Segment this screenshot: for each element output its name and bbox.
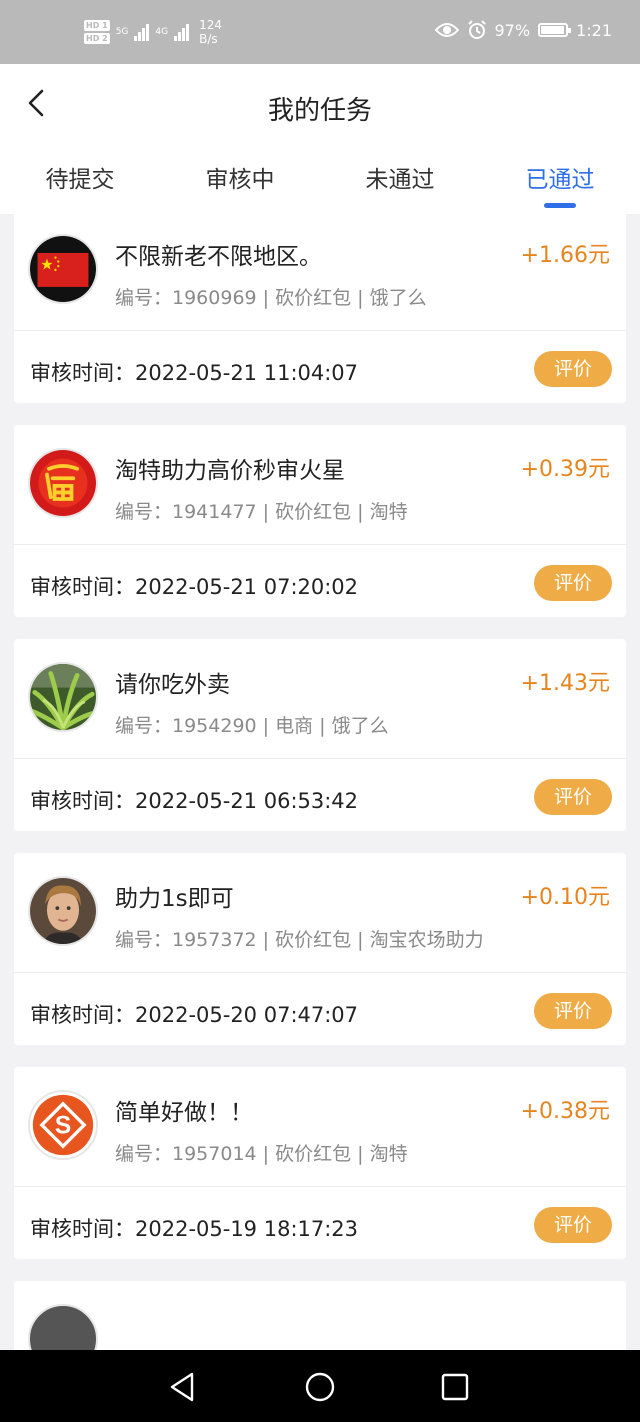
task-reward: +1.43元 [520,671,610,696]
review-time: 审核时间：2022-05-19 18:17:23 [30,1213,358,1243]
clock: 1:21 [576,20,612,40]
divider [14,330,626,331]
task-meta: 编号：1941477 | 砍价红包 | 淘特 [115,501,408,523]
tab-label: 已通过 [525,167,595,193]
battery-percent: 97% [494,20,531,40]
nav-back-icon[interactable] [166,1370,200,1404]
tab-bar: 待提交 审核中 未通过 已通过 [0,160,640,208]
task-list[interactable]: 不限新老不限地区。 +1.66元 编号：1960969 | 砍价红包 | 饿了么… [14,211,626,1350]
sim-indicator: HD 1 HD 2 [84,20,110,44]
task-title: 请你吃外卖 [115,672,230,698]
app-header: 我的任务 待提交 审核中 未通过 已通过 [0,64,640,214]
review-time-value: 2022-05-21 06:53:42 [135,789,359,813]
task-meta: 编号：1957372 | 砍价红包 | 淘宝农场助力 [115,929,484,951]
signal-icon [134,23,150,41]
fu-avatar-icon [28,448,98,518]
rate-button[interactable]: 评价 [534,993,612,1029]
divider [14,544,626,545]
sim2-label: HD 2 [84,33,110,44]
review-time-label: 审核时间： [30,361,135,385]
task-title: 简单好做！！ [115,1100,253,1126]
avatar-partial-icon [28,1304,98,1350]
svg-text:S: S [55,1112,71,1139]
tab-label: 待提交 [45,167,115,193]
tab-label: 审核中 [205,167,275,193]
task-reward: +0.39元 [520,457,610,482]
eye-icon [434,23,459,37]
plant-avatar-icon [28,662,98,732]
review-time-value: 2022-05-21 07:20:02 [135,575,359,599]
review-time: 审核时间：2022-05-21 11:04:07 [30,357,358,387]
status-bar: HD 1 HD 2 5G 4G 124 B/s 97% 1:21 [0,0,640,64]
tab-under-review[interactable]: 审核中 [160,160,320,200]
task-reward: +1.66元 [520,243,610,268]
net-speed-value: 124 [199,18,222,32]
task-card[interactable]: 助力1s即可 +0.10元 编号：1957372 | 砍价红包 | 淘宝农场助力… [14,853,626,1045]
tab-pending-submit[interactable]: 待提交 [0,160,160,200]
sim1-label: HD 1 [84,20,110,31]
tab-rejected[interactable]: 未通过 [320,160,480,200]
rate-button[interactable]: 评价 [534,1207,612,1243]
network-type-2: 4G [155,27,169,37]
net-speed-unit: B/s [199,32,218,46]
net-speed: 124 B/s [199,18,222,46]
review-time-label: 审核时间： [30,789,135,813]
task-card[interactable]: 不限新老不限地区。 +1.66元 编号：1960969 | 砍价红包 | 饿了么… [14,211,626,403]
task-reward: +0.38元 [520,1099,610,1124]
review-time-value: 2022-05-20 07:47:07 [135,1003,359,1027]
divider [14,758,626,759]
nav-recents-icon[interactable] [438,1370,472,1404]
review-time-value: 2022-05-19 18:17:23 [135,1217,359,1241]
page-title: 我的任务 [267,96,372,126]
divider [14,972,626,973]
rate-button[interactable]: 评价 [534,351,612,387]
flag-avatar-icon [28,234,98,304]
review-time: 审核时间：2022-05-20 07:47:07 [30,999,358,1029]
review-time: 审核时间：2022-05-21 06:53:42 [30,785,358,815]
tab-label: 未通过 [365,167,435,193]
task-card[interactable]: 淘特助力高价秒审火星 +0.39元 编号：1941477 | 砍价红包 | 淘特… [14,425,626,617]
review-time-label: 审核时间： [30,1217,135,1241]
task-meta: 编号：1954290 | 电商 | 饿了么 [115,715,389,737]
task-title: 淘特助力高价秒审火星 [115,458,345,484]
active-tab-indicator [544,203,576,208]
rate-button[interactable]: 评价 [534,779,612,815]
task-card[interactable]: 请你吃外卖 +1.43元 编号：1954290 | 电商 | 饿了么 审核时间：… [14,639,626,831]
task-title: 不限新老不限地区。 [115,244,322,270]
task-meta: 编号：1960969 | 砍价红包 | 饿了么 [115,287,427,309]
system-nav-bar [0,1350,640,1422]
review-time: 审核时间：2022-05-21 07:20:02 [30,571,358,601]
signal-icon-2 [174,23,190,41]
task-card[interactable]: S 简单好做！！ +0.38元 编号：1957014 | 砍价红包 | 淘特 审… [14,1067,626,1259]
task-title: 助力1s即可 [115,886,234,912]
s-logo-avatar-icon: S [28,1090,98,1160]
tab-approved[interactable]: 已通过 [480,160,640,208]
battery-icon [538,23,572,37]
rate-button[interactable]: 评价 [534,565,612,601]
nav-home-icon[interactable] [303,1370,337,1404]
network-type-1: 5G [115,27,129,37]
divider [14,1186,626,1187]
task-reward: +0.10元 [520,885,610,910]
review-time-value: 2022-05-21 11:04:07 [135,361,359,385]
person-avatar-icon [28,876,98,946]
task-meta: 编号：1957014 | 砍价红包 | 淘特 [115,1143,408,1165]
review-time-label: 审核时间： [30,1003,135,1027]
review-time-label: 审核时间： [30,575,135,599]
alarm-icon [467,20,486,39]
task-card-partial[interactable] [14,1281,626,1350]
